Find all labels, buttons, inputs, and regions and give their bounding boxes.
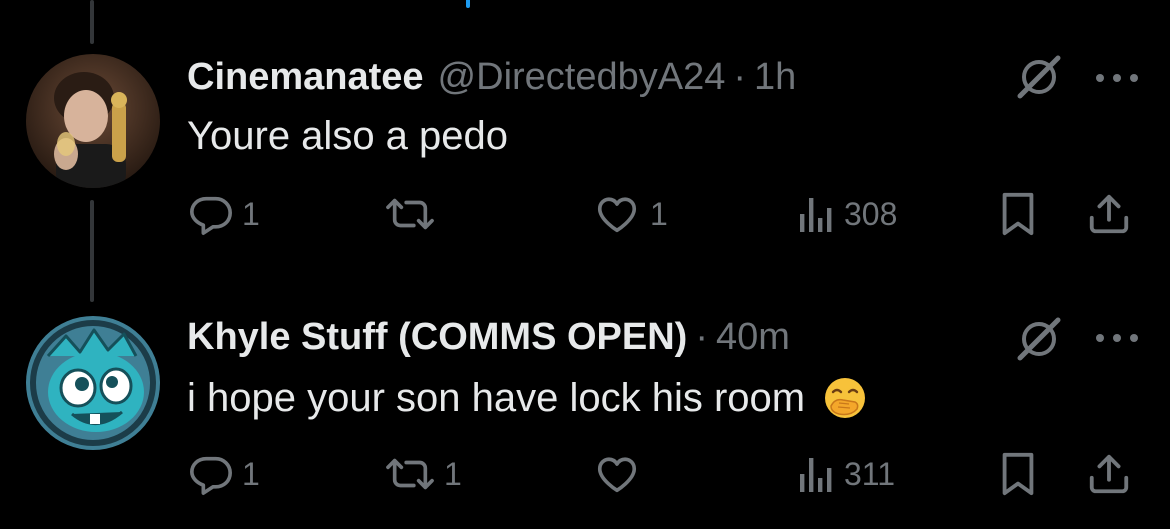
share-icon (1089, 194, 1129, 234)
reply-icon (190, 196, 232, 235)
tweet-khyle-stuff[interactable]: Khyle Stuff (COMMS OPEN) · 40m i hope yo… (0, 290, 1170, 529)
views-button[interactable]: 308 (796, 188, 897, 240)
more-icon[interactable] (1094, 330, 1140, 346)
avatar-cinemanatee-image (26, 54, 160, 188)
tweet-text-content: i hope your son have lock his room (187, 376, 806, 420)
share-button[interactable] (1086, 448, 1132, 500)
repost-button[interactable]: 1 (384, 448, 462, 500)
like-icon (597, 197, 637, 233)
action-bar: 1 1 311 (0, 448, 1170, 500)
tweet-cinemanatee[interactable]: Cinemanatee @DirectedbyA24 · 1h Youre al… (0, 0, 1170, 290)
views-icon (800, 458, 832, 492)
reply-button[interactable]: 1 (188, 188, 260, 240)
like-button[interactable] (592, 448, 650, 500)
share-button[interactable] (1086, 188, 1132, 240)
repost-icon (386, 198, 434, 230)
reply-count: 1 (242, 455, 260, 492)
bookmark-icon (1002, 192, 1034, 236)
reply-count: 1 (242, 195, 260, 232)
display-name[interactable]: Cinemanatee (187, 54, 424, 100)
repost-button[interactable] (384, 188, 444, 240)
bookmark-icon (1002, 452, 1034, 496)
share-icon (1089, 454, 1129, 494)
timestamp[interactable]: 40m (716, 314, 790, 360)
bookmark-button[interactable] (998, 188, 1038, 240)
repost-icon (386, 458, 434, 490)
grok-icon[interactable] (1014, 314, 1064, 364)
repost-count: 1 (444, 455, 462, 492)
face-with-hand-over-mouth-emoji (825, 378, 866, 418)
views-count: 308 (844, 195, 898, 232)
more-icon[interactable] (1094, 70, 1140, 86)
tweet-header: Cinemanatee @DirectedbyA24 · 1h (187, 54, 796, 100)
tweet-text: Youre also a pedo (187, 112, 508, 160)
reply-icon (190, 456, 232, 495)
views-button[interactable]: 311 (796, 448, 895, 500)
like-icon (597, 457, 637, 493)
timestamp[interactable]: 1h (754, 54, 796, 100)
bookmark-button[interactable] (998, 448, 1038, 500)
action-bar: 1 1 308 (0, 188, 1170, 240)
separator-dot: · (733, 56, 747, 98)
grok-icon[interactable] (1014, 52, 1064, 102)
views-icon (800, 198, 832, 232)
like-button[interactable]: 1 (592, 188, 668, 240)
views-count: 311 (844, 455, 896, 492)
avatar-khyle-stuff[interactable] (26, 316, 160, 450)
display-name[interactable]: Khyle Stuff (COMMS OPEN) (187, 314, 687, 360)
reply-button[interactable]: 1 (188, 448, 260, 500)
avatar-khyle-stuff-image (26, 316, 160, 450)
avatar-cinemanatee[interactable] (26, 54, 160, 188)
tweet-header: Khyle Stuff (COMMS OPEN) · 40m (187, 314, 790, 360)
tweet-text-content: Youre also a pedo (187, 114, 509, 158)
like-count: 1 (650, 195, 668, 232)
user-handle[interactable]: @DirectedbyA24 (438, 54, 726, 100)
tweet-text: i hope your son have lock his room (187, 374, 867, 422)
separator-dot: · (695, 316, 708, 358)
